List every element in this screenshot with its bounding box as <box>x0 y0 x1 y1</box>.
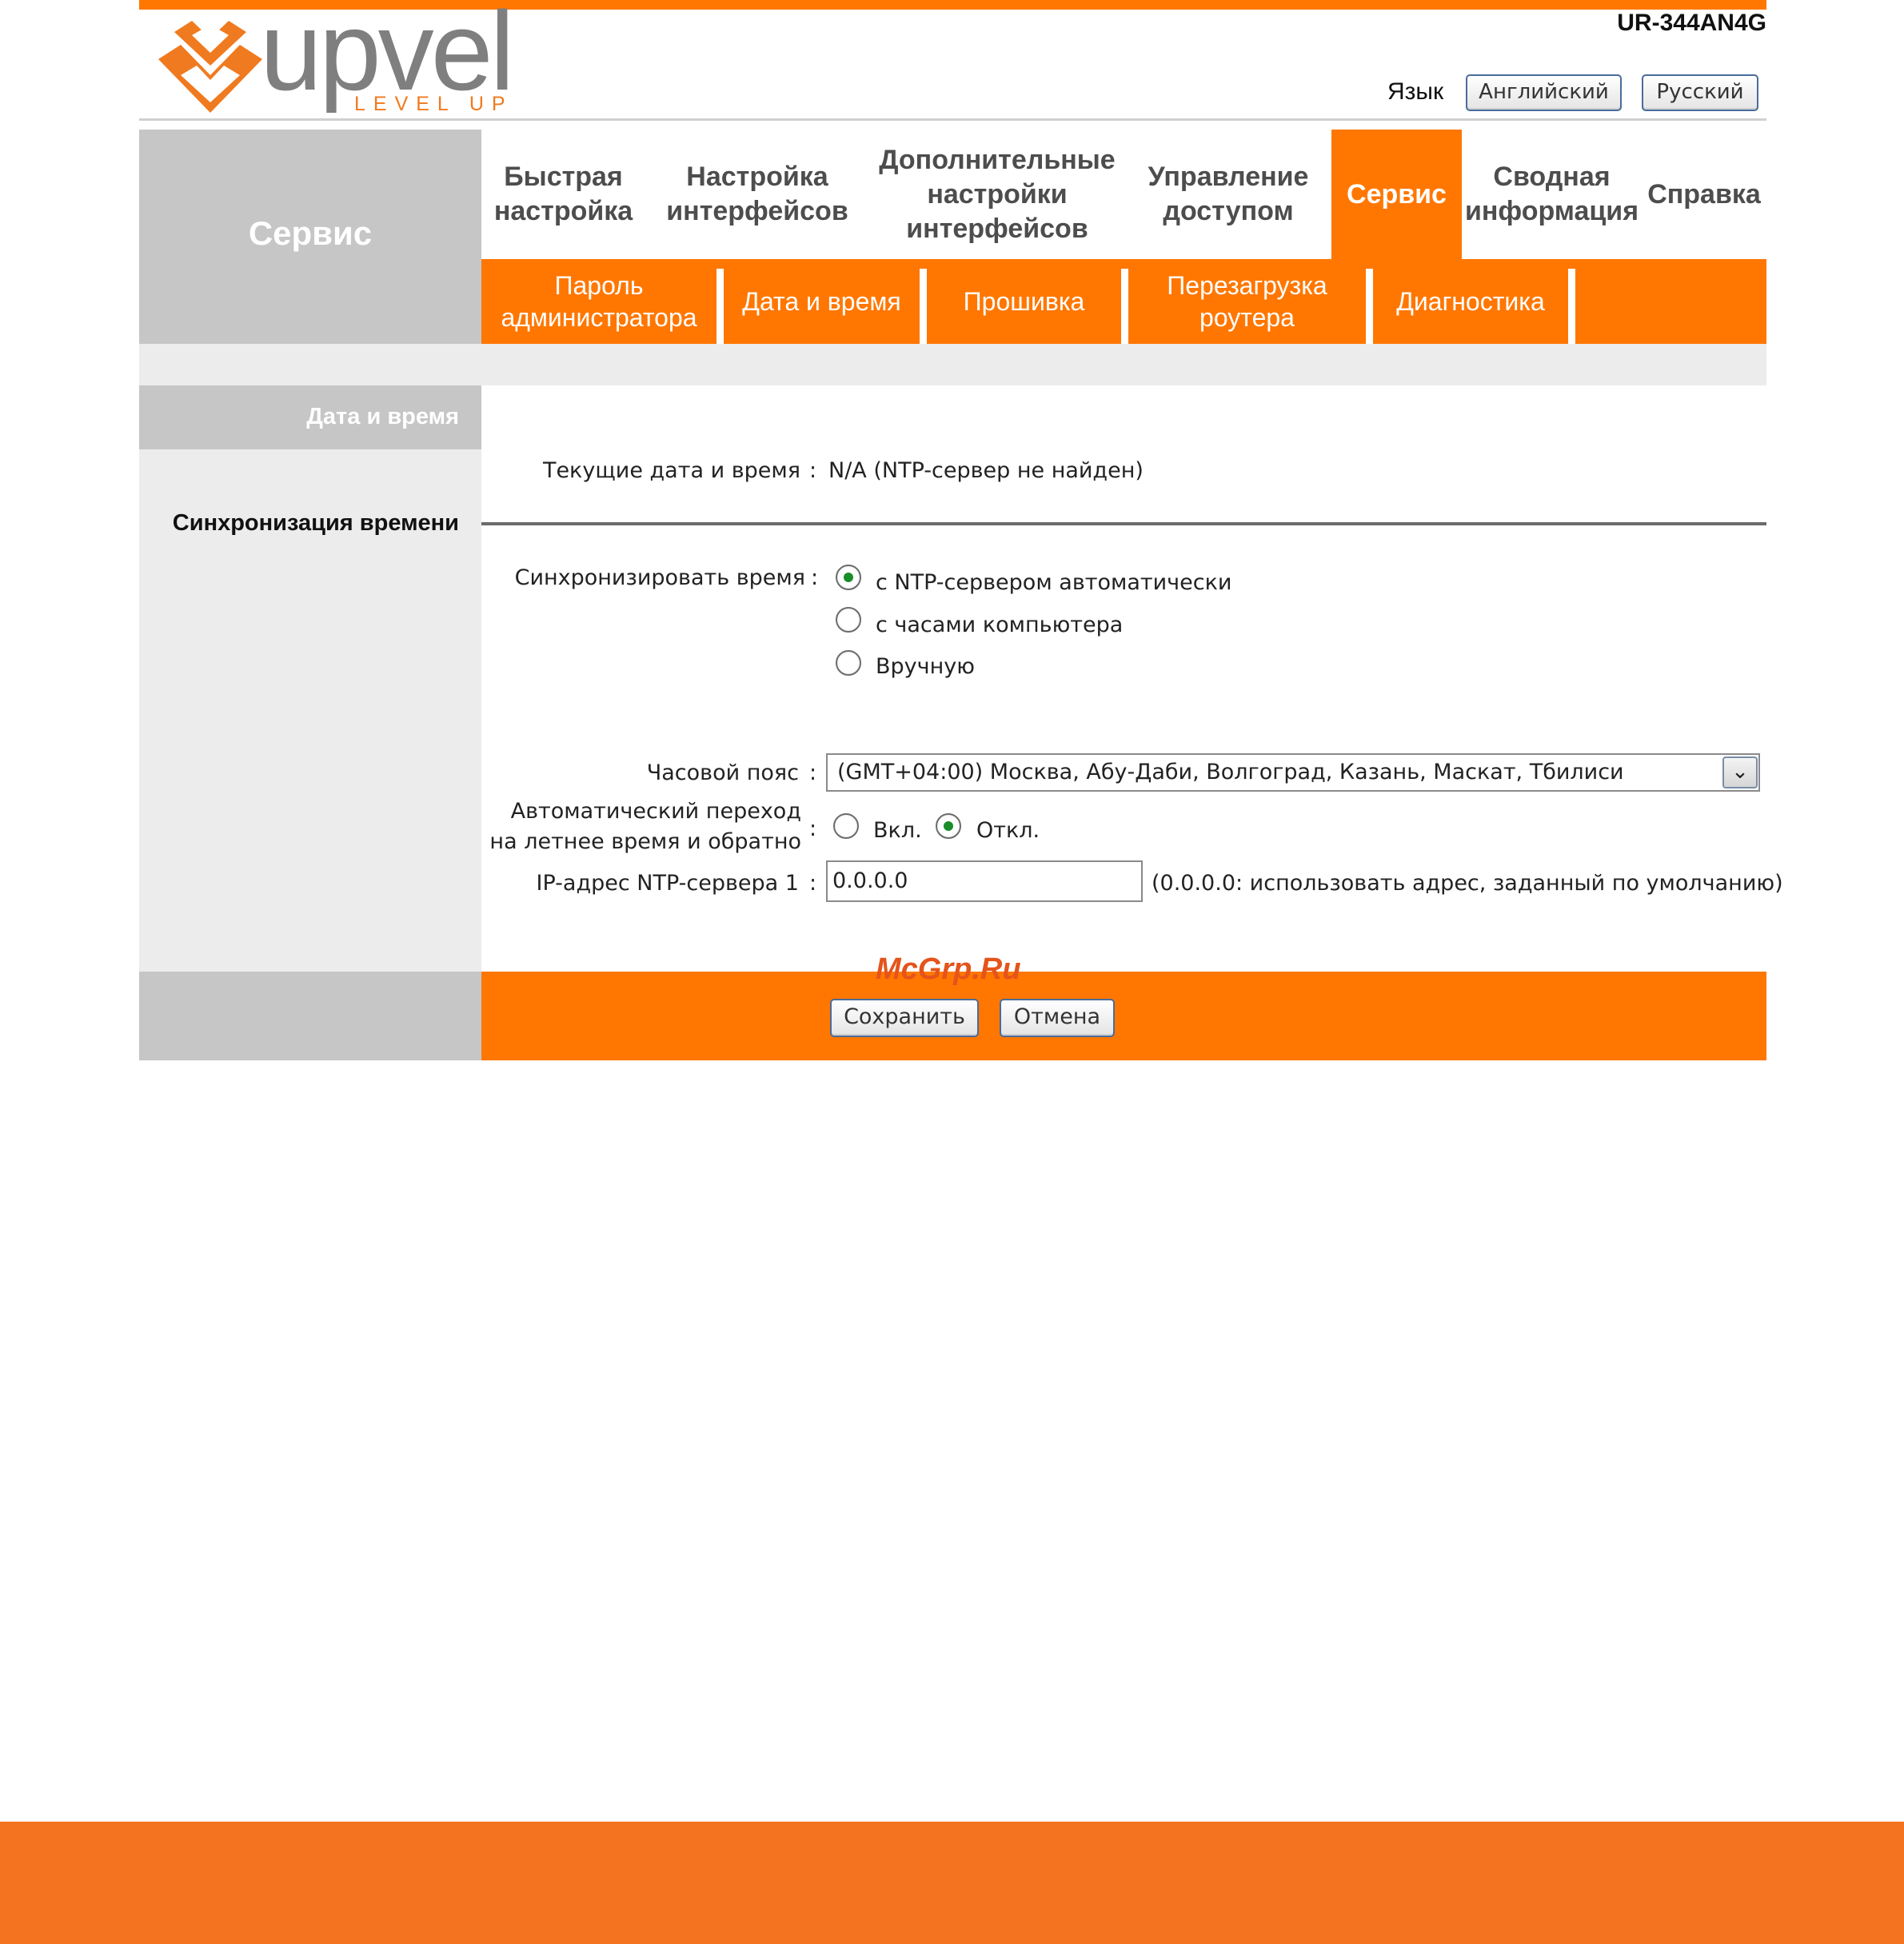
subnav-separator <box>1366 269 1373 344</box>
content-spacer-strip <box>139 344 1766 385</box>
ntp-server-label: IP-адрес NTP-сервера 1 <box>536 871 799 896</box>
ntp-server-input[interactable]: 0.0.0.0 <box>826 860 1143 902</box>
sync-pc-clock-label[interactable]: с часами компьютера <box>876 612 1123 639</box>
brand-logo-text: upvel <box>260 0 515 114</box>
action-bar-left <box>139 972 481 1060</box>
subnav-separator <box>1568 269 1575 344</box>
subnav-diagnostics[interactable]: Диагностика <box>1373 259 1568 344</box>
subnav-separator <box>920 269 927 344</box>
page-footer-band <box>0 1822 1904 1944</box>
current-datetime-label: Текущие дата и время <box>542 458 800 483</box>
label-colon: : <box>809 458 817 483</box>
watermark: McGrp.Ru <box>876 952 1021 986</box>
nav-status-summary[interactable]: Сводная информация <box>1462 130 1642 259</box>
subnav-reboot[interactable]: Перезагрузка роутера <box>1128 259 1366 344</box>
label-colon: : <box>809 816 817 841</box>
nav-interface-setup[interactable]: Настройка интерфейсов <box>645 130 869 259</box>
timezone-label: Часовой пояс <box>646 760 799 785</box>
sync-manual-label[interactable]: Вручную <box>876 653 975 681</box>
dst-on-label[interactable]: Вкл. <box>873 817 922 844</box>
header-divider <box>139 118 1766 121</box>
ntp-server-hint: (0.0.0.0: использовать адрес, заданный п… <box>1152 871 1783 896</box>
dst-off-label[interactable]: Откл. <box>976 817 1040 844</box>
sync-ntp-label[interactable]: с NTP-сервером автоматически <box>876 569 1231 597</box>
english-language-button[interactable]: Английский <box>1466 74 1622 111</box>
subnav-separator <box>1121 269 1128 344</box>
cancel-button[interactable]: Отмена <box>1000 999 1115 1037</box>
label-colon: : <box>809 871 817 896</box>
subnav-separator <box>716 269 724 344</box>
sync-ntp-radio[interactable] <box>836 565 861 590</box>
nav-access-management[interactable]: Управление доступом <box>1125 130 1331 259</box>
left-section-title: Дата и время <box>306 404 459 429</box>
section-divider <box>481 522 1766 525</box>
chevron-down-icon: ⌄ <box>1731 759 1749 783</box>
time-sync-heading: Синхронизация времени <box>172 510 459 536</box>
nav-help[interactable]: Справка <box>1642 130 1766 259</box>
subnav-admin-password[interactable]: Пароль администратора <box>481 259 716 344</box>
label-colon: : <box>809 760 817 785</box>
subnav-firmware[interactable]: Прошивка <box>927 259 1121 344</box>
sync-manual-radio[interactable] <box>836 650 861 676</box>
action-bar <box>481 972 1766 1060</box>
left-panel <box>139 385 481 972</box>
section-title: Сервис <box>248 214 373 252</box>
brand-logo-subtitle: LEVEL UP <box>354 93 513 115</box>
russian-language-button[interactable]: Русский <box>1642 74 1758 111</box>
save-button[interactable]: Сохранить <box>830 999 979 1037</box>
model-name: UR-344AN4G <box>1617 10 1766 36</box>
dst-off-radio[interactable] <box>936 813 961 839</box>
nav-service[interactable]: Сервис <box>1331 130 1462 259</box>
dst-label: Автоматический переход на летнее время и… <box>489 799 801 854</box>
sync-pc-clock-radio[interactable] <box>836 607 861 633</box>
language-label: Язык <box>1387 78 1444 105</box>
current-datetime-value: N/A (NTP-сервер не найден) <box>828 458 1144 483</box>
upvel-logo-icon <box>158 21 262 113</box>
nav-quick-setup[interactable]: Быстрая настройка <box>481 130 645 259</box>
subnav-date-time[interactable]: Дата и время <box>724 259 920 344</box>
dst-on-radio[interactable] <box>833 813 859 839</box>
timezone-selected-value[interactable]: (GMT+04:00) Москва, Абу-Даби, Волгоград,… <box>837 759 1624 786</box>
label-colon: : <box>811 565 819 590</box>
sync-time-label: Синхронизировать время <box>514 565 805 590</box>
nav-advanced-setup[interactable]: Дополнительные настройки интерфейсов <box>869 130 1125 259</box>
